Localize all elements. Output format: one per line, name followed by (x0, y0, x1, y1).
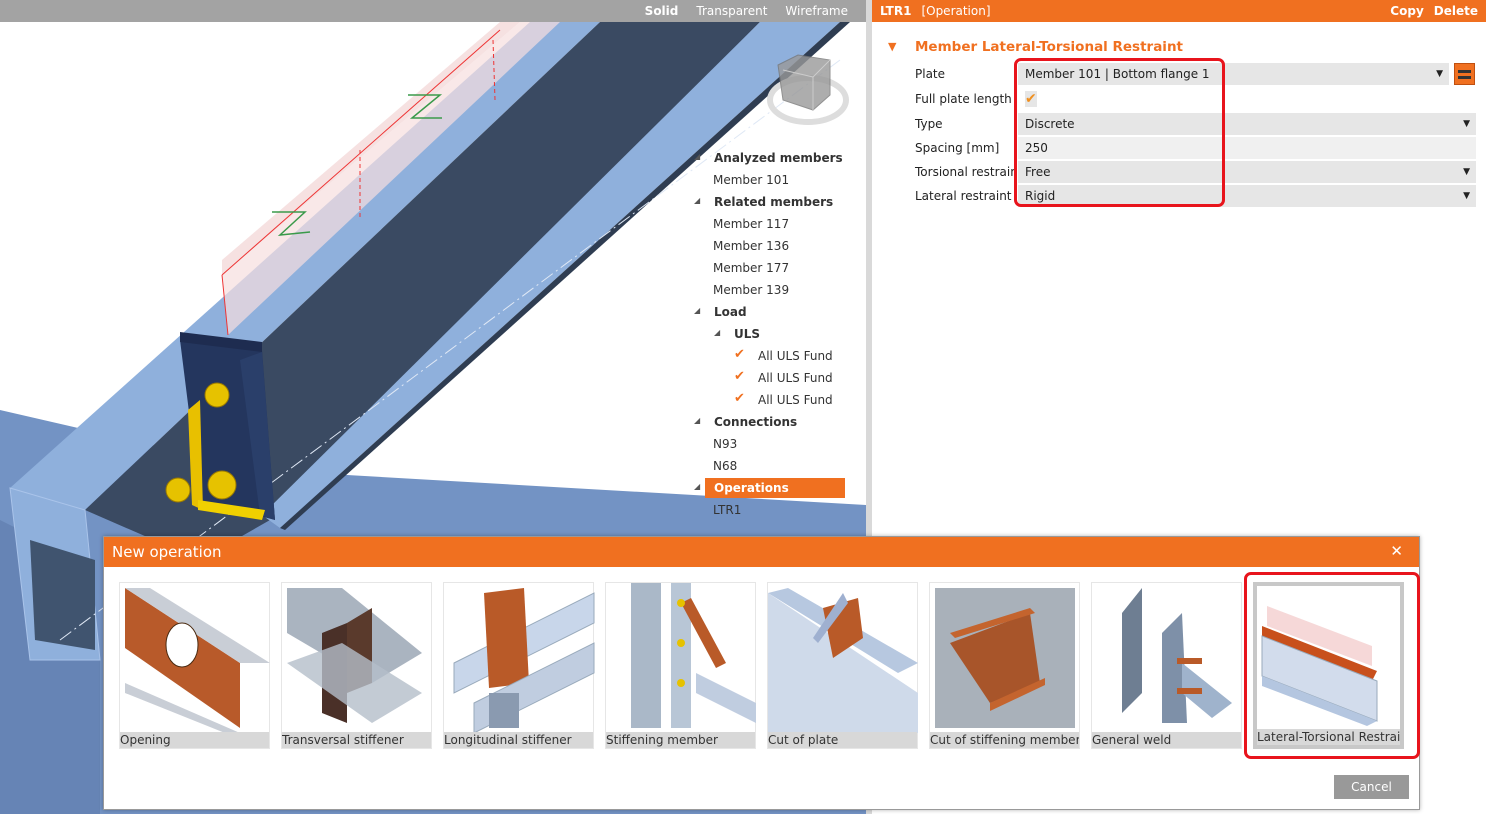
tree-item[interactable]: LTR1 (713, 500, 741, 520)
operation-tile[interactable]: Transversal stiffener (281, 582, 432, 749)
tile-label: Cut of stiffening member (930, 732, 1079, 748)
operation-tile[interactable]: Longitudinal stiffener (443, 582, 595, 749)
tile-label: General weld (1092, 732, 1241, 748)
operation-thumbnail (768, 588, 918, 733)
tree-item[interactable]: Member 136 (713, 236, 789, 256)
chevron-down-icon[interactable]: ▼ (1463, 113, 1470, 135)
tree-item[interactable]: All ULS Fund (758, 368, 833, 388)
operation-thumbnail (631, 583, 756, 728)
tree-item[interactable]: Member 117 (713, 214, 789, 234)
close-icon[interactable]: ✕ (1390, 542, 1403, 560)
expand-triangle-icon[interactable]: ◢ (694, 306, 700, 315)
tree-item[interactable]: Connections (714, 412, 797, 432)
expand-triangle-icon[interactable]: ◢ (714, 328, 720, 337)
tree-item[interactable]: Analyzed members (714, 148, 843, 168)
cancel-button[interactable]: Cancel (1334, 775, 1409, 799)
operation-tile[interactable]: General weld (1091, 582, 1242, 749)
mode-transparent[interactable]: Transparent (696, 4, 767, 18)
prop-label: Lateral restraint (915, 189, 1012, 203)
panel-header: LTR1 [Operation] Copy Delete (872, 0, 1486, 22)
collapse-triangle-icon[interactable]: ▼ (888, 40, 896, 53)
operation-tile[interactable]: Cut of plate (767, 582, 918, 749)
tree-item[interactable]: N68 (713, 456, 737, 476)
operation-tile[interactable]: Cut of stiffening member (929, 582, 1080, 749)
operation-thumbnail (125, 588, 270, 733)
tree-item[interactable]: N93 (713, 434, 737, 454)
operation-thumbnail (453, 588, 595, 733)
chevron-down-icon[interactable]: ▼ (1463, 161, 1470, 183)
tree-item[interactable]: Member 101 (713, 170, 789, 190)
checkbox[interactable]: ✔ (734, 391, 745, 406)
tile-label: Opening (120, 732, 269, 748)
operation-tile[interactable]: Stiffening member (605, 582, 756, 749)
tree-item[interactable]: All ULS Fund (758, 346, 833, 366)
view-cube-icon (767, 54, 849, 125)
mode-wireframe[interactable]: Wireframe (785, 4, 848, 18)
tile-highlight-box (1244, 572, 1420, 759)
mode-solid[interactable]: Solid (645, 4, 679, 18)
prop-label: Torsional restraint (915, 165, 1023, 179)
tile-label: Longitudinal stiffener (444, 732, 593, 748)
prop-label: Full plate length (915, 92, 1012, 106)
delete-button[interactable]: Delete (1434, 4, 1478, 18)
tree-item[interactable]: Load (714, 302, 747, 322)
prop-label: Type (915, 117, 943, 131)
checkbox[interactable]: ✔ (734, 369, 745, 384)
tree-item[interactable]: Member 177 (713, 258, 789, 278)
new-operation-dialog: New operation ✕ Opening Transversal stiff… (103, 536, 1420, 810)
operation-thumbnail (935, 588, 1075, 728)
tile-label: Stiffening member (606, 732, 755, 748)
tree-item[interactable]: ULS (734, 324, 760, 344)
expand-triangle-icon[interactable]: ◢ (694, 152, 700, 161)
dialog-title: New operation (104, 537, 1419, 567)
view-mode-bar: Solid Transparent Wireframe (0, 0, 866, 22)
chevron-down-icon[interactable]: ▼ (1463, 185, 1470, 207)
chevron-down-icon[interactable]: ▼ (1436, 63, 1443, 85)
tile-label: Transversal stiffener (282, 732, 431, 748)
expand-triangle-icon[interactable]: ◢ (694, 196, 700, 205)
tree-item[interactable]: All ULS Fund (758, 390, 833, 410)
copy-button[interactable]: Copy (1390, 4, 1423, 18)
tile-label: Cut of plate (768, 732, 917, 748)
checkbox[interactable]: ✔ (734, 347, 745, 362)
operation-kind: [Operation] (921, 4, 991, 18)
prop-label: Plate (915, 67, 946, 81)
section-title: Member Lateral-Torsional Restraint (915, 39, 1184, 55)
tree-item[interactable]: Member 139 (713, 280, 789, 300)
operation-thumbnail (1122, 588, 1232, 723)
operation-name: LTR1 (880, 4, 912, 18)
expand-triangle-icon[interactable]: ◢ (694, 482, 700, 491)
operation-thumbnail (287, 588, 422, 723)
operation-tile[interactable]: Opening (119, 582, 270, 749)
prop-label: Spacing [mm] (915, 141, 1000, 155)
tree-item[interactable]: Related members (714, 192, 833, 212)
highlight-box (1014, 58, 1225, 207)
pick-plate-button[interactable] (1454, 63, 1475, 85)
expand-triangle-icon[interactable]: ◢ (694, 416, 700, 425)
tree-item[interactable]: Operations (705, 478, 845, 498)
